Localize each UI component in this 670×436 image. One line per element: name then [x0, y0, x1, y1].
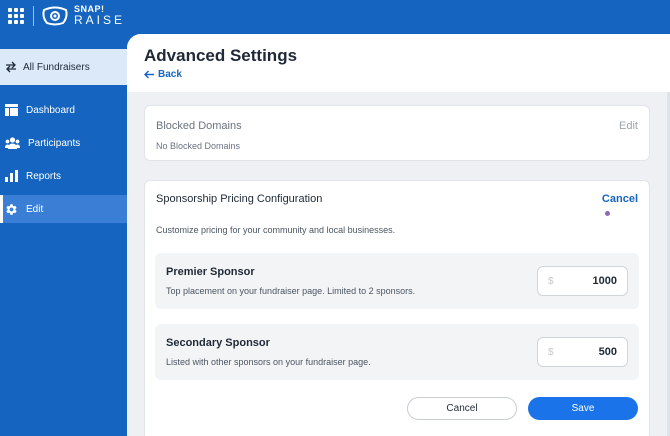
sidebar: All Fundraisers Dashboard Participants R…: [0, 34, 127, 436]
logo-icon: [42, 6, 68, 26]
arrow-left-icon: [144, 70, 154, 79]
main-content: Advanced Settings Back Blocked Domains E…: [127, 34, 670, 436]
sidebar-item-label: Dashboard: [26, 104, 75, 116]
page-header: Advanced Settings Back: [127, 34, 670, 92]
divider: [33, 6, 34, 26]
secondary-sponsor-row: Secondary Sponsor Listed with other spon…: [155, 324, 639, 380]
sidebar-item-dashboard[interactable]: Dashboard: [0, 96, 127, 124]
sponsorship-cancel-link[interactable]: Cancel: [602, 193, 638, 205]
blocked-domains-edit-link[interactable]: Edit: [619, 120, 638, 132]
currency-symbol: $: [548, 347, 554, 358]
grid-icon[interactable]: [8, 8, 24, 24]
swap-icon: [6, 61, 16, 73]
participants-icon: [5, 137, 20, 149]
dashboard-icon: [5, 104, 18, 116]
page-title: Advanced Settings: [144, 46, 298, 65]
gear-icon: [6, 203, 17, 215]
sidebar-item-edit[interactable]: Edit: [0, 195, 127, 223]
cursor-dot: [605, 211, 610, 216]
reports-icon: [5, 170, 18, 182]
blocked-domains-empty-text: No Blocked Domains: [156, 141, 241, 151]
tier-name: Secondary Sponsor: [166, 337, 270, 349]
tier-description: Top placement on your fundraiser page. L…: [166, 286, 416, 296]
currency-symbol: $: [548, 276, 554, 287]
tier-description: Listed with other sponsors on your fundr…: [166, 357, 371, 367]
cancel-button[interactable]: Cancel: [407, 397, 517, 420]
back-link[interactable]: Back: [144, 69, 182, 80]
all-fundraisers-button[interactable]: All Fundraisers: [0, 49, 127, 85]
price-value: 500: [598, 346, 617, 358]
save-button[interactable]: Save: [528, 397, 638, 420]
tier-name: Premier Sponsor: [166, 266, 255, 278]
sponsorship-title: Sponsorship Pricing Configuration: [156, 193, 323, 205]
blocked-domains-title: Blocked Domains: [156, 120, 242, 132]
sidebar-item-participants[interactable]: Participants: [0, 129, 127, 157]
sidebar-item-label: Edit: [26, 203, 44, 215]
back-label: Back: [158, 69, 182, 80]
sidebar-item-label: Reports: [26, 170, 62, 182]
secondary-price-input[interactable]: $ 500: [537, 337, 628, 367]
sponsorship-card: Sponsorship Pricing Configuration Cancel…: [144, 180, 650, 436]
sponsorship-description: Customize pricing for your community and…: [156, 225, 396, 235]
logo-text-bottom: RAISE: [74, 13, 126, 27]
all-fundraisers-label: All Fundraisers: [23, 61, 90, 73]
premier-price-input[interactable]: $ 1000: [537, 266, 628, 296]
blocked-domains-card: Blocked Domains Edit No Blocked Domains: [144, 105, 650, 161]
sidebar-item-label: Participants: [28, 137, 81, 149]
premier-sponsor-row: Premier Sponsor Top placement on your fu…: [155, 253, 639, 309]
price-value: 1000: [592, 275, 617, 287]
sidebar-item-reports[interactable]: Reports: [0, 162, 127, 190]
top-bar: SNAP! RAISE: [0, 0, 670, 34]
